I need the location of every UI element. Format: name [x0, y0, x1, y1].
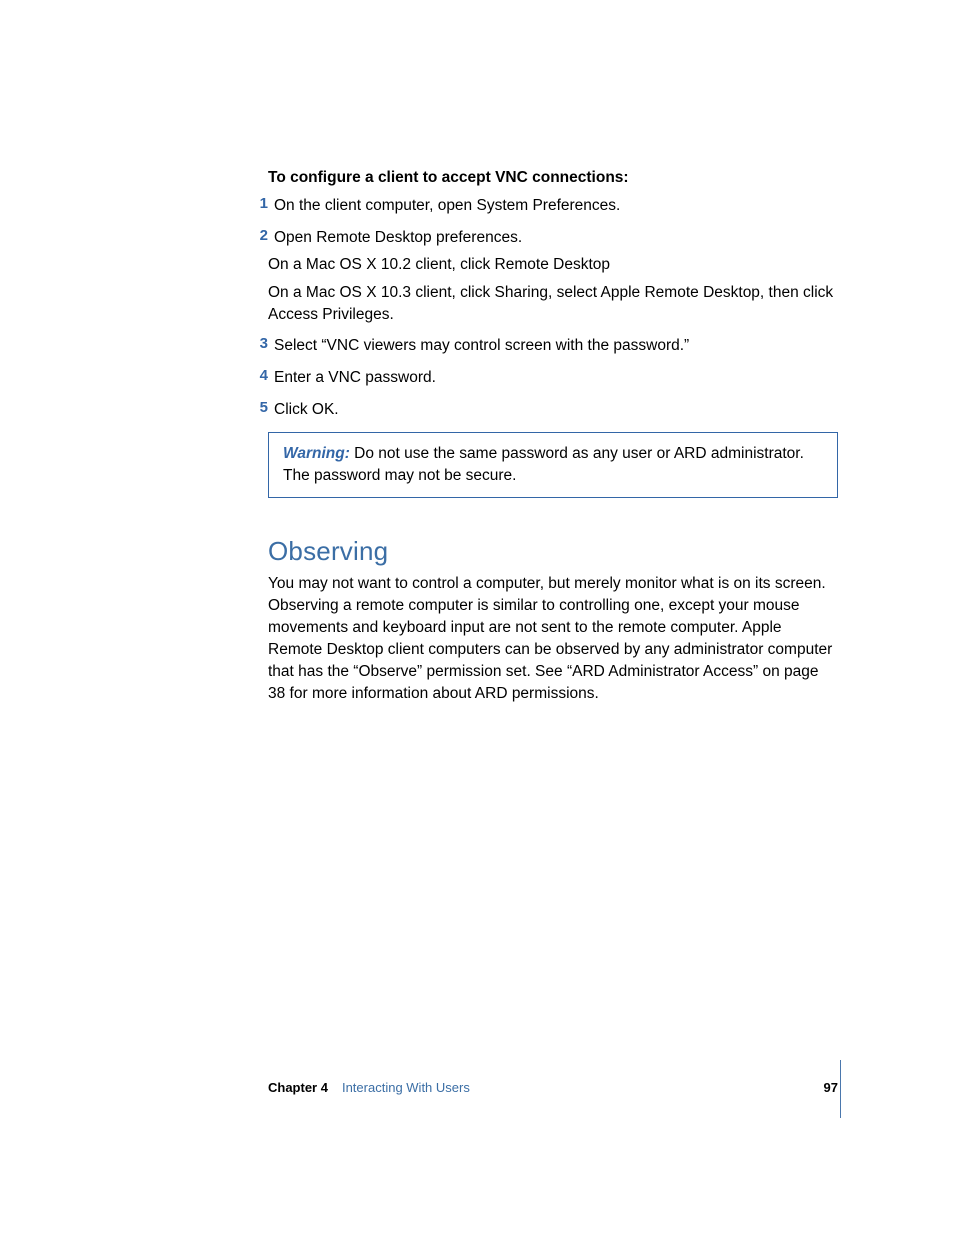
step-subtext: On a Mac OS X 10.3 client, click Sharing…	[268, 282, 838, 325]
step: 3Select “VNC viewers may control screen …	[268, 335, 838, 357]
page-footer: Chapter 4 Interacting With Users 97	[268, 1080, 838, 1095]
step-subtext: On a Mac OS X 10.2 client, click Remote …	[268, 254, 838, 276]
step-text: On the client computer, open System Pref…	[274, 195, 838, 217]
step: 5Click OK.	[268, 399, 838, 421]
step: 1On the client computer, open System Pre…	[268, 195, 838, 217]
footer-rule	[840, 1060, 841, 1118]
steps-list: 1On the client computer, open System Pre…	[268, 195, 838, 421]
footer-left: Chapter 4 Interacting With Users	[268, 1080, 470, 1095]
step-row: 2Open Remote Desktop preferences.	[268, 227, 838, 249]
step-row: 5Click OK.	[268, 399, 838, 421]
step-text: Enter a VNC password.	[274, 367, 838, 389]
step-text: Click OK.	[274, 399, 838, 421]
warning-text: Do not use the same password as any user…	[283, 445, 804, 484]
step-row: 3Select “VNC viewers may control screen …	[268, 335, 838, 357]
chapter-label: Chapter 4	[268, 1080, 328, 1095]
warning-box: Warning: Do not use the same password as…	[268, 432, 838, 497]
instruction-heading: To configure a client to accept VNC conn…	[268, 168, 838, 189]
warning-label: Warning:	[283, 445, 350, 462]
step: 2Open Remote Desktop preferences. On a Ma…	[268, 227, 838, 326]
step: 4Enter a VNC password.	[268, 367, 838, 389]
chapter-title: Interacting With Users	[342, 1080, 470, 1095]
step-number: 3	[248, 335, 268, 357]
step-text: Select “VNC viewers may control screen w…	[274, 335, 838, 357]
step-row: 1On the client computer, open System Pre…	[268, 195, 838, 217]
step-text: Open Remote Desktop preferences.	[274, 227, 838, 249]
step-number: 2	[248, 227, 268, 249]
page-number: 97	[824, 1080, 838, 1095]
step-number: 1	[248, 195, 268, 217]
section-heading: Observing	[268, 536, 838, 567]
step-row: 4Enter a VNC password.	[268, 367, 838, 389]
step-number: 4	[248, 367, 268, 389]
page-content: To configure a client to accept VNC conn…	[268, 168, 838, 705]
section-body: You may not want to control a computer, …	[268, 573, 838, 705]
step-number: 5	[248, 399, 268, 421]
